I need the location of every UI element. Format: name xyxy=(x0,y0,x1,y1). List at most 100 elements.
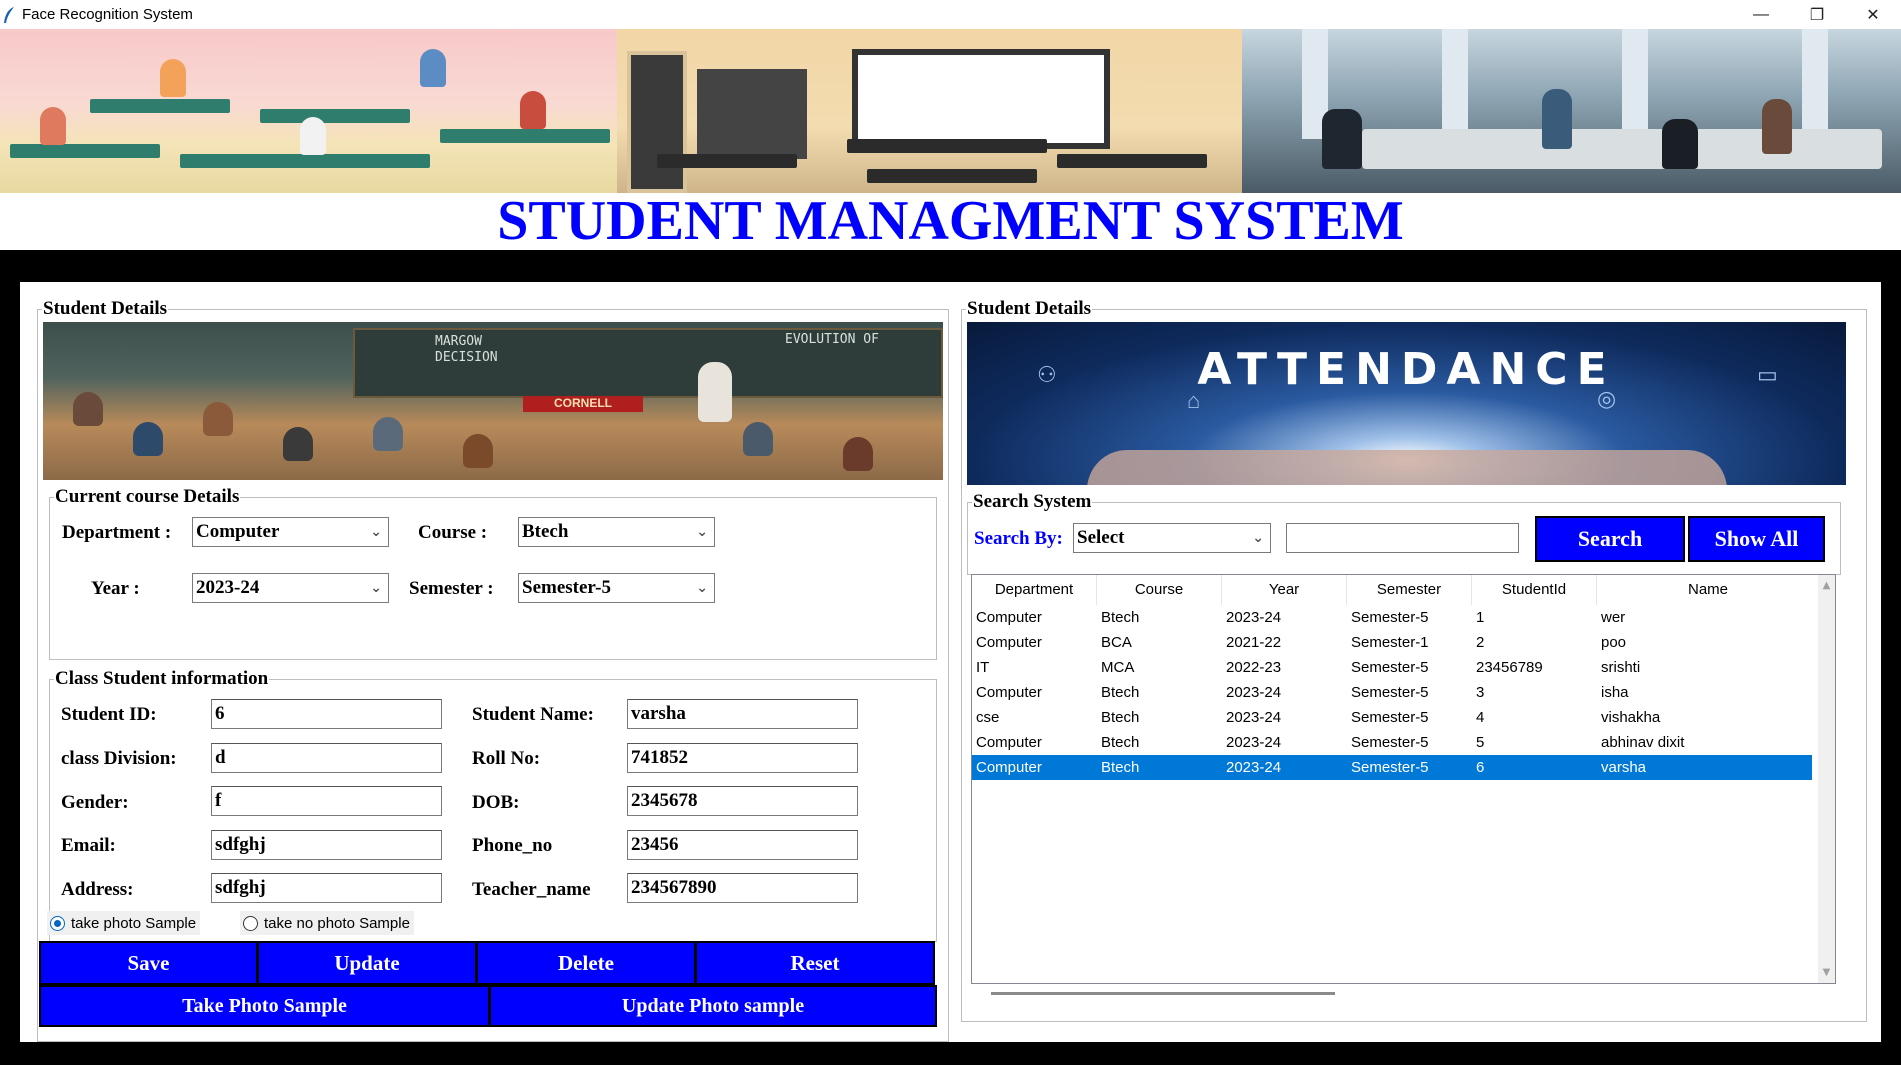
column-header-year[interactable]: Year xyxy=(1222,575,1347,605)
student-id-label: Student ID: xyxy=(61,704,157,725)
window-titlebar: Face Recognition System — ❐ ✕ xyxy=(0,0,1901,29)
column-header-department[interactable]: Department xyxy=(972,575,1097,605)
scroll-down-icon[interactable]: ▼ xyxy=(1818,964,1835,981)
globe-icon: ◎ xyxy=(1597,386,1617,411)
radio-take-no-photo[interactable]: take no photo Sample xyxy=(240,911,414,935)
search-button[interactable]: Search xyxy=(1535,516,1685,562)
cell-name: vishakha xyxy=(1601,709,1661,726)
page-title: STUDENT MANAGMENT SYSTEM xyxy=(0,193,1901,250)
table-row[interactable]: Computer Btech 2023-24 Semester-5 5 abhi… xyxy=(972,730,1812,755)
table-row[interactable]: Computer BCA 2021-22 Semester-1 2 poo xyxy=(972,630,1812,655)
minimize-button[interactable]: — xyxy=(1733,0,1789,29)
table-row[interactable]: IT MCA 2022-23 Semester-5 23456789 srish… xyxy=(972,655,1812,680)
table-row[interactable]: Computer Btech 2023-24 Semester-5 1 wer xyxy=(972,605,1812,630)
radio-take-photo[interactable]: take photo Sample xyxy=(47,911,201,935)
gender-label: Gender: xyxy=(61,792,129,813)
semester-combobox[interactable]: Semester-5 ⌄ xyxy=(518,573,715,603)
cell-department: Computer xyxy=(976,684,1042,701)
close-button[interactable]: ✕ xyxy=(1845,0,1901,29)
people-icon: ⚇ xyxy=(1037,362,1057,387)
address-label: Address: xyxy=(61,879,134,900)
email-input[interactable]: sdfghj xyxy=(211,830,442,860)
update-button[interactable]: Update xyxy=(257,941,477,985)
column-header-semester[interactable]: Semester xyxy=(1347,575,1472,605)
cell-course: MCA xyxy=(1101,659,1135,676)
save-button[interactable]: Save xyxy=(39,941,258,985)
student-name-label: Student Name: xyxy=(472,704,594,725)
cell-studentid: 4 xyxy=(1476,709,1485,726)
cell-studentid: 5 xyxy=(1476,734,1485,751)
table-row[interactable]: Computer Btech 2023-24 Semester-5 3 isha xyxy=(972,680,1812,705)
semester-value: Semester-5 xyxy=(522,577,611,598)
banner-meeting-image xyxy=(1242,29,1901,193)
phone-input[interactable]: 23456 xyxy=(627,830,858,860)
cell-year: 2023-24 xyxy=(1226,759,1282,776)
take-photo-sample-button[interactable]: Take Photo Sample xyxy=(39,985,490,1027)
course-details-legend: Current course Details xyxy=(55,486,240,507)
chevron-down-icon: ⌄ xyxy=(696,524,708,540)
phone-label: Phone_no xyxy=(472,835,553,856)
chevron-down-icon: ⌄ xyxy=(370,580,382,596)
cell-name: wer xyxy=(1601,609,1626,626)
cell-semester: Semester-5 xyxy=(1351,734,1429,751)
course-combobox[interactable]: Btech ⌄ xyxy=(518,517,715,547)
reset-button[interactable]: Reset xyxy=(695,941,935,985)
attendance-image-text: ATTENDANCE xyxy=(1197,344,1616,395)
cell-year: 2021-22 xyxy=(1226,634,1282,651)
dob-input[interactable]: 2345678 xyxy=(627,786,858,816)
student-name-input[interactable]: varsha xyxy=(627,699,858,729)
radio-selected-icon xyxy=(50,915,65,931)
board-text-1: MARGOW xyxy=(435,334,482,349)
chevron-down-icon: ⌄ xyxy=(370,524,382,540)
roll-no-input[interactable]: 741852 xyxy=(627,743,858,773)
teacher-name-label: Teacher_name xyxy=(472,879,591,900)
search-by-label: Search By: xyxy=(974,528,1063,549)
teacher-name-input[interactable]: 234567890 xyxy=(627,873,858,903)
cornell-sign: CORNELL xyxy=(523,396,643,412)
delete-button[interactable]: Delete xyxy=(476,941,696,985)
cell-studentid: 3 xyxy=(1476,684,1485,701)
year-combobox[interactable]: 2023-24 ⌄ xyxy=(192,573,389,603)
table-horizontal-scrollbar[interactable] xyxy=(971,985,1836,1003)
restore-button[interactable]: ❐ xyxy=(1789,0,1845,29)
column-header-course[interactable]: Course xyxy=(1097,575,1222,605)
search-by-value: Select xyxy=(1077,527,1125,548)
show-all-button[interactable]: Show All xyxy=(1688,516,1825,562)
update-photo-sample-button[interactable]: Update Photo sample xyxy=(489,985,937,1027)
scrollbar-thumb[interactable] xyxy=(991,992,1335,995)
department-combobox[interactable]: Computer ⌄ xyxy=(192,517,389,547)
gender-input[interactable]: f xyxy=(211,786,442,816)
cell-year: 2023-24 xyxy=(1226,684,1282,701)
cell-name: isha xyxy=(1601,684,1629,701)
class-student-info-legend: Class Student information xyxy=(55,668,269,689)
column-header-studentid[interactable]: StudentId xyxy=(1472,575,1597,605)
table-vertical-scrollbar[interactable]: ▲ ▼ xyxy=(1818,575,1835,983)
chevron-down-icon: ⌄ xyxy=(1252,530,1264,546)
main-panel: Student Details MARGOW DECISION EVOLUTIO… xyxy=(20,282,1881,1042)
class-division-input[interactable]: d xyxy=(211,743,442,773)
scroll-up-icon[interactable]: ▲ xyxy=(1818,577,1835,594)
column-header-name[interactable]: Name xyxy=(1597,575,1819,605)
presentation-icon: ▭ xyxy=(1757,362,1778,387)
classroom-image: MARGOW DECISION EVOLUTION OF CORNELL xyxy=(43,322,943,480)
semester-label: Semester : xyxy=(409,578,494,599)
table-row-selected[interactable]: Computer Btech 2023-24 Semester-5 6 vars… xyxy=(972,755,1812,780)
cell-name: varsha xyxy=(1601,759,1647,776)
cell-year: 2023-24 xyxy=(1226,734,1282,751)
address-input[interactable]: sdfghj xyxy=(211,873,442,903)
student-id-input[interactable]: 6 xyxy=(211,699,442,729)
department-value: Computer xyxy=(196,521,280,542)
cell-studentid: 23456789 xyxy=(1476,659,1543,676)
search-by-combobox[interactable]: Select ⌄ xyxy=(1073,523,1271,553)
cell-course: BCA xyxy=(1101,634,1132,651)
year-value: 2023-24 xyxy=(196,577,260,598)
table-row[interactable]: cse Btech 2023-24 Semester-5 4 vishakha xyxy=(972,705,1812,730)
dob-label: DOB: xyxy=(472,792,520,813)
cell-course: Btech xyxy=(1101,759,1140,776)
cell-studentid: 1 xyxy=(1476,609,1485,626)
search-input[interactable] xyxy=(1286,523,1519,553)
board-text-3: EVOLUTION OF xyxy=(785,332,879,347)
cell-department: IT xyxy=(976,659,990,676)
cell-semester: Semester-5 xyxy=(1351,659,1429,676)
cell-course: Btech xyxy=(1101,609,1140,626)
